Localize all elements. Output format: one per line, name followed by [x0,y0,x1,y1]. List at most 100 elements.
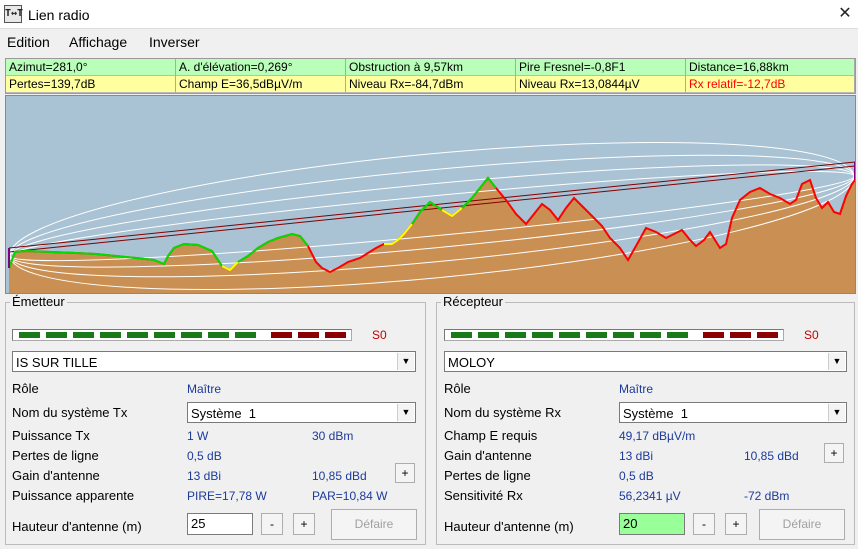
recepteur-row-value: 0,5 dB [619,469,654,483]
menu-affichage[interactable]: Affichage [69,34,127,50]
recepteur-station-value: MOLOY [448,355,495,370]
recepteur-gain-plus-button[interactable]: + [824,443,844,463]
emetteur-station-value: IS SUR TILLE [16,355,98,370]
recepteur-row-label: Sensitivité Rx [444,488,523,503]
window-title: Lien radio [28,7,90,23]
emetteur-system-select[interactable]: Système 1 ▼ [187,402,416,423]
chevron-down-icon[interactable]: ▼ [828,353,845,370]
title-bar: T↔T Lien radio ✕ [0,0,858,29]
recepteur-system-label: Nom du système Rx [444,405,562,420]
meter-segment [271,332,292,338]
meter-segment [127,332,148,338]
menu-bar: Edition Affichage Inverser [0,30,858,56]
radio-link-icon: T↔T [4,5,23,23]
info-niveau-rx-uv: Niveau Rx=13,0844µV [516,76,686,93]
chevron-down-icon[interactable]: ▼ [397,353,414,370]
recepteur-signal-meter [444,329,784,341]
info-fresnel: Pire Fresnel=-0,8F1 [516,59,686,76]
emetteur-row-label: Puissance apparente [12,488,135,503]
emetteur-height-label: Hauteur d'antenne (m) [12,519,142,534]
emetteur-panel: Émetteur S0 IS SUR TILLE ▼ Rôle Maître N… [5,294,426,545]
recepteur-s-level: S0 [804,328,819,342]
meter-segment [505,332,526,338]
recepteur-row-value: 56,2341 µV [619,489,681,503]
recepteur-row-value-2: -72 dBm [744,489,790,503]
emetteur-row-value-2: 10,85 dBd [312,469,367,483]
emetteur-row-label: Puissance Tx [12,428,90,443]
meter-segment [640,332,661,338]
recepteur-row-label: Pertes de ligne [444,468,531,483]
emetteur-s-level: S0 [372,328,387,342]
emetteur-row-label: Gain d'antenne [12,468,100,483]
emetteur-height-minus-button[interactable]: - [261,513,283,535]
meter-segment [451,332,472,338]
recepteur-default-button[interactable]: Défaire [759,509,845,540]
meter-segment [730,332,751,338]
chevron-down-icon[interactable]: ▼ [397,404,414,421]
meter-segment [208,332,229,338]
menu-inverser[interactable]: Inverser [149,34,200,50]
info-champ-e: Champ E=36,5dBµV/m [176,76,346,93]
recepteur-system-select[interactable]: Système 1 ▼ [619,402,847,423]
emetteur-signal-meter [12,329,352,341]
recepteur-height-input[interactable]: 20 [619,513,685,535]
terrain-profile[interactable] [5,95,856,294]
recepteur-panel: Récepteur S0 MOLOY ▼ Rôle Maître Nom du … [436,294,855,545]
emetteur-row-value: 1 W [187,429,209,443]
info-niveau-rx-dbm: Niveau Rx=-84,7dBm [346,76,516,93]
emetteur-height-input[interactable]: 25 [187,513,253,535]
meter-segment [325,332,346,338]
recepteur-system-value: Système 1 [623,406,689,421]
meter-segment [586,332,607,338]
emetteur-row-value: PIRE=17,78 W [187,489,267,503]
emetteur-row-label: Pertes de ligne [12,448,99,463]
emetteur-gain-plus-button[interactable]: + [395,463,415,483]
recepteur-row-value: 49,17 dBµV/m [619,429,696,443]
emetteur-height-plus-button[interactable]: + [293,513,315,535]
emetteur-row-value-2: 30 dBm [312,429,354,443]
info-rx-relatif: Rx relatif=-12,7dB [686,76,855,93]
info-distance: Distance=16,88km [686,59,855,76]
meter-segment [703,332,724,338]
recepteur-station-select[interactable]: MOLOY ▼ [444,351,847,372]
info-elevation: A. d'élévation=0,269° [176,59,346,76]
emetteur-row-value: 0,5 dB [187,449,222,463]
emetteur-row-value-2: PAR=10,84 W [312,489,388,503]
meter-segment [100,332,121,338]
recepteur-row-value-2: 10,85 dBd [744,449,799,463]
emetteur-station-select[interactable]: IS SUR TILLE ▼ [12,351,416,372]
meter-segment [46,332,67,338]
meter-segment [613,332,634,338]
info-azimut: Azimut=281,0° [6,59,176,76]
recepteur-title: Récepteur [441,294,505,309]
close-icon[interactable]: ✕ [834,4,856,24]
emetteur-title: Émetteur [10,294,67,309]
recepteur-row-label: Gain d'antenne [444,448,532,463]
link-info-table: Azimut=281,0° A. d'élévation=0,269° Obst… [5,58,856,94]
info-pertes: Pertes=139,7dB [6,76,176,93]
emetteur-system-value: Système 1 [191,406,257,421]
recepteur-height-label: Hauteur d'antenne (m) [444,519,574,534]
emetteur-role-label: Rôle [12,381,39,396]
recepteur-height-minus-button[interactable]: - [693,513,715,535]
meter-segment [559,332,580,338]
terrain-profile-svg [8,142,855,293]
menu-edition[interactable]: Edition [7,34,50,50]
recepteur-height-plus-button[interactable]: + [725,513,747,535]
emetteur-row-value: 13 dBi [187,469,222,483]
meter-segment [154,332,175,338]
meter-segment [19,332,40,338]
meter-segment [298,332,319,338]
meter-segment [667,332,688,338]
recepteur-row-label: Champ E requis [444,428,538,443]
meter-segment [73,332,94,338]
chevron-down-icon[interactable]: ▼ [828,404,845,421]
meter-segment [181,332,202,338]
emetteur-default-button[interactable]: Défaire [331,509,417,540]
recepteur-row-value: 13 dBi [619,449,654,463]
meter-segment [235,332,256,338]
recepteur-role-value: Maître [619,382,654,396]
meter-segment [757,332,778,338]
recepteur-role-label: Rôle [444,381,471,396]
info-obstruction: Obstruction à 9,57km [346,59,516,76]
